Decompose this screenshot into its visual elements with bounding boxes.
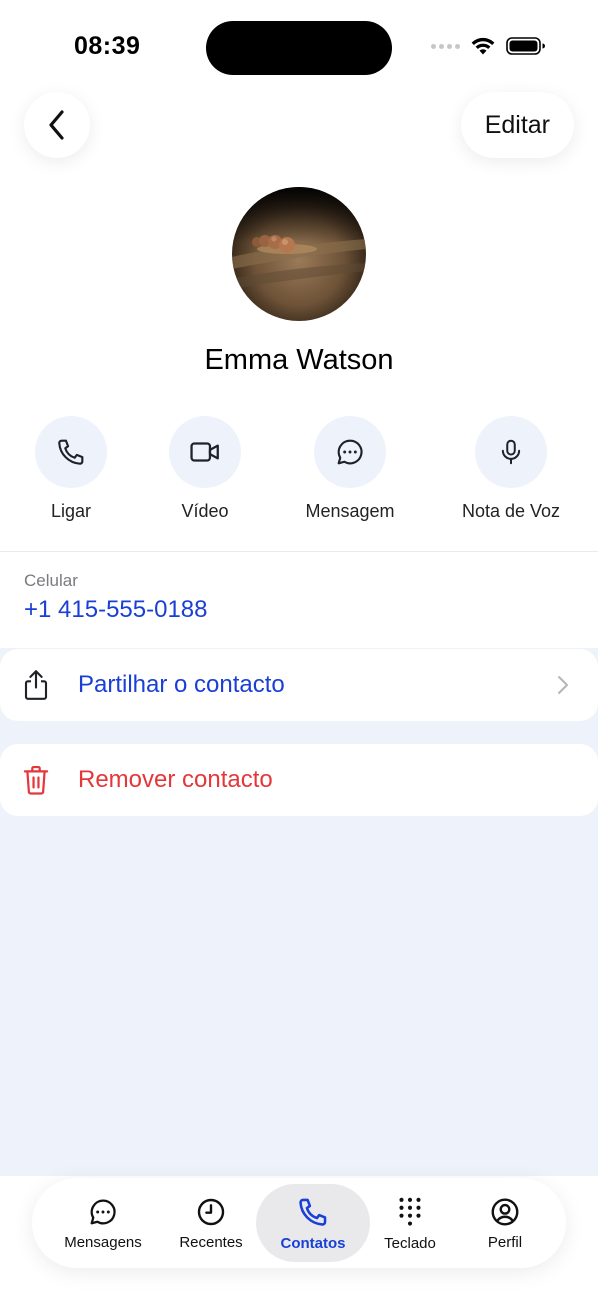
voice-note-label: Nota de Voz [461,501,561,521]
contact-avatar [232,187,366,321]
voice-note-button[interactable] [475,416,547,488]
remove-contact-label: Remover contacto [78,766,273,793]
tab-perfil[interactable]: Perfil [464,1184,546,1262]
options-area: Partilhar o contacto Remover contacto [0,648,598,1176]
call-button[interactable] [35,416,107,488]
keypad-icon [399,1197,421,1226]
tab-mensagens-label: Mensagens [64,1233,142,1251]
call-action[interactable]: Ligar [0,416,146,522]
video-button[interactable] [169,416,241,488]
chevron-right-icon [558,676,568,694]
edit-button[interactable]: Editar [460,92,574,158]
wifi-icon [471,37,495,55]
phone-info-section: Celular +1 415-555-0188 [0,552,598,648]
phone-number-link[interactable]: +1 415-555-0188 [24,596,208,624]
message-icon [337,439,363,465]
voice-note-action[interactable]: Nota de Voz [436,416,586,522]
tab-bar-area: Mensagens Recentes Contatos Teclado Perf… [0,1176,598,1300]
tab-perfil-label: Perfil [487,1233,523,1251]
share-contact-row[interactable]: Partilhar o contacto [0,649,598,721]
dynamic-island [206,21,392,75]
video-icon [190,442,219,462]
phone-icon [58,439,84,465]
battery-icon [506,37,545,55]
share-contact-label: Partilhar o contacto [78,671,285,698]
status-bar: 08:39 [0,0,598,90]
tab-contatos[interactable]: Contatos [256,1184,370,1262]
phone-icon [299,1198,327,1226]
top-bar: Editar [0,92,598,160]
tab-teclado[interactable]: Teclado [372,1184,448,1262]
share-icon [20,669,52,701]
remove-contact-row[interactable]: Remover contacto [0,744,598,816]
tab-bar: Mensagens Recentes Contatos Teclado Perf… [32,1178,566,1268]
profile-icon [491,1198,519,1225]
microphone-icon [501,439,521,465]
tab-recentes[interactable]: Recentes [166,1184,256,1262]
back-button[interactable] [24,92,90,158]
message-label: Mensagem [305,501,395,521]
chevron-left-icon [49,110,64,140]
phone-type-label: Celular [24,571,78,590]
tab-contatos-label: Contatos [280,1234,346,1252]
message-action[interactable]: Mensagem [275,416,425,522]
video-action[interactable]: Vídeo [130,416,280,522]
clock-icon [197,1198,225,1225]
tab-mensagens[interactable]: Mensagens [44,1184,162,1262]
video-label: Vídeo [181,501,229,521]
tab-recentes-label: Recentes [179,1233,243,1251]
status-icons [431,36,546,56]
trash-icon [20,764,52,796]
chat-bubble-icon [90,1199,116,1224]
contact-name: Emma Watson [204,344,394,376]
tab-teclado-label: Teclado [384,1234,436,1252]
quick-actions: Ligar Vídeo Mensagem Nota de Voz [0,416,598,526]
call-label: Ligar [50,501,92,521]
message-button[interactable] [314,416,386,488]
status-time: 08:39 [74,32,141,60]
cellular-signal-icon [431,43,460,49]
